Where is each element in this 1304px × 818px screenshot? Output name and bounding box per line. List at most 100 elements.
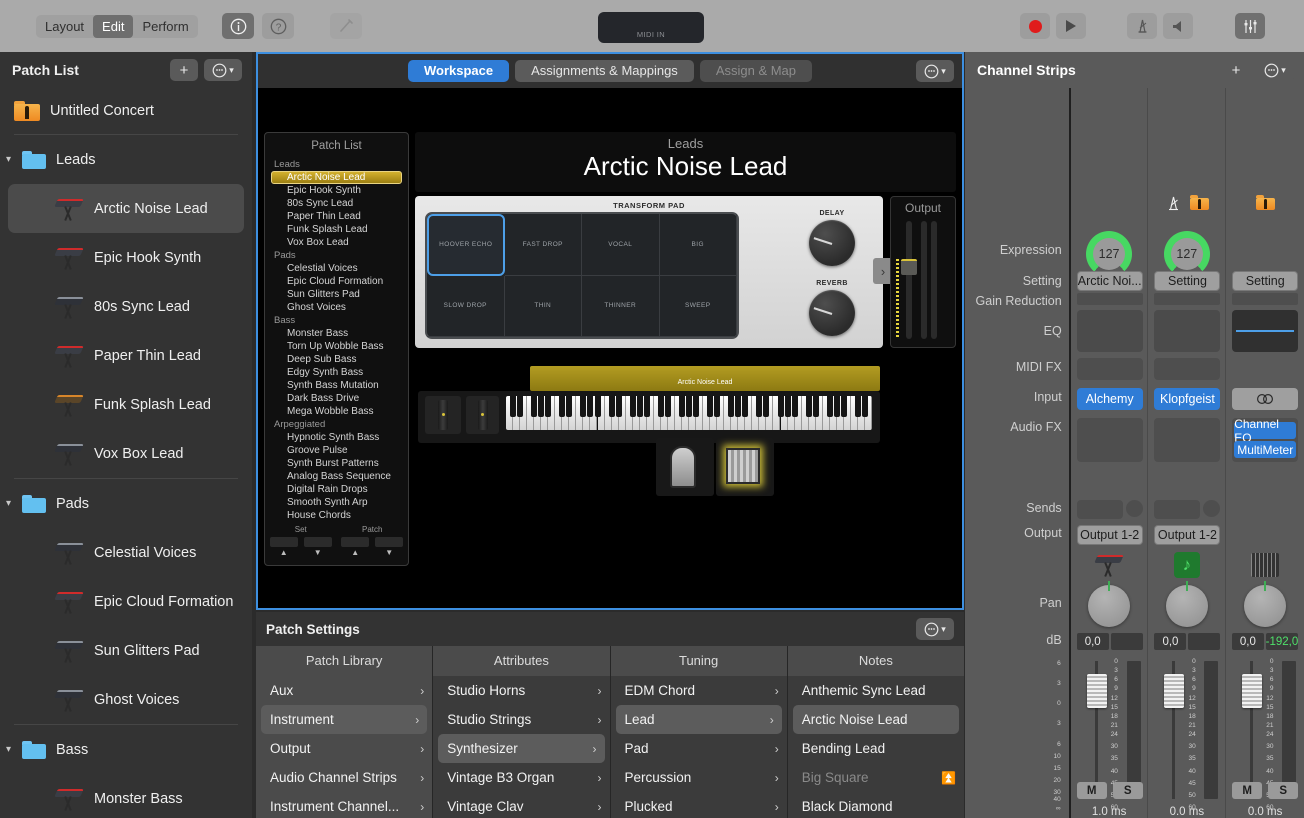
setting-button-3[interactable]: Setting bbox=[1232, 271, 1298, 291]
channel-strip-1[interactable]: 127 Arctic Noi... Alchemy Output 1-2 0,0 bbox=[1071, 88, 1149, 818]
mpl-item[interactable]: Celestial Voices bbox=[271, 262, 402, 275]
info-icon[interactable] bbox=[222, 13, 254, 39]
sidebar-group-pads[interactable]: ▾ Pads bbox=[0, 479, 252, 528]
patch-list-menu-button[interactable]: ▾ bbox=[204, 59, 242, 81]
reverb-knob[interactable] bbox=[809, 290, 855, 336]
transform-cell-big[interactable]: BIG bbox=[660, 214, 738, 276]
output-selector-1[interactable]: Output 1-2 bbox=[1077, 525, 1143, 545]
column-list[interactable]: Anthemic Sync Lead Arctic Noise Lead Ben… bbox=[788, 676, 964, 818]
pitch-bend-wheel[interactable] bbox=[425, 396, 461, 434]
sidebar-patch-funk-splash-lead[interactable]: Funk Splash Lead bbox=[8, 380, 244, 429]
ps-item-vintage-b3-organ[interactable]: Vintage B3 Organ› bbox=[433, 763, 609, 792]
help-icon[interactable]: ? bbox=[262, 13, 294, 39]
set-prev-button[interactable]: ▲ bbox=[270, 537, 298, 557]
sidebar-patch-epic-cloud-formation[interactable]: Epic Cloud Formation bbox=[8, 577, 244, 626]
ps-item-vintage-clav[interactable]: Vintage Clav› bbox=[433, 792, 609, 818]
transform-cell-vocal[interactable]: VOCAL bbox=[582, 214, 660, 276]
volume-fader-2[interactable] bbox=[1164, 674, 1184, 708]
ps-item-arctic-noise-lead[interactable]: Arctic Noise Lead bbox=[793, 705, 959, 734]
transform-cell-sweep[interactable]: SWEEP bbox=[660, 276, 738, 338]
sidebar-group-leads[interactable]: ▾ Leads bbox=[0, 135, 252, 184]
mode-perform[interactable]: Perform bbox=[133, 15, 197, 38]
audio-fx-multimeter[interactable]: MultiMeter bbox=[1234, 441, 1296, 458]
tab-workspace[interactable]: Workspace bbox=[408, 60, 509, 82]
audio-fx-slot-2[interactable] bbox=[1154, 418, 1220, 462]
mpl-item[interactable]: Epic Hook Synth bbox=[271, 184, 402, 197]
mpl-item[interactable]: Analog Bass Sequence bbox=[271, 470, 402, 483]
ps-item-edm-chord[interactable]: EDM Chord› bbox=[611, 676, 787, 705]
chevron-down-icon[interactable]: ▾ bbox=[6, 155, 18, 165]
ps-item-synthesizer[interactable]: Synthesizer› bbox=[438, 734, 604, 763]
mode-layout[interactable]: Layout bbox=[36, 15, 93, 38]
sidebar-patch-epic-hook-synth[interactable]: Epic Hook Synth bbox=[8, 233, 244, 282]
mpl-item[interactable]: Synth Bass Mutation bbox=[271, 379, 402, 392]
sends-slot-1[interactable] bbox=[1077, 500, 1143, 519]
sidebar-patch-vox-box-lead[interactable]: Vox Box Lead bbox=[8, 429, 244, 478]
channel-strip-3[interactable]: Setting Channel EQ MultiMeter 0,0 -192,0 bbox=[1226, 88, 1304, 818]
piano-keys[interactable] bbox=[506, 396, 872, 430]
speaker-icon[interactable] bbox=[1163, 13, 1193, 39]
db-value-1[interactable]: 0,0 bbox=[1077, 633, 1109, 650]
db-value-3[interactable]: 0,0 bbox=[1232, 633, 1263, 650]
pan-knob-2[interactable] bbox=[1166, 585, 1208, 627]
audio-fx-channel-eq[interactable]: Channel EQ bbox=[1234, 422, 1296, 439]
patch-settings-menu-button[interactable]: ▾ bbox=[916, 618, 954, 640]
solo-button-3[interactable]: S bbox=[1268, 782, 1298, 799]
audio-fx-slot-3[interactable]: Channel EQ MultiMeter bbox=[1232, 418, 1298, 462]
mpl-item[interactable]: Edgy Synth Bass bbox=[271, 366, 402, 379]
ps-item-pad[interactable]: Pad› bbox=[611, 734, 787, 763]
tuner-icon[interactable] bbox=[330, 13, 362, 39]
input-slot-3[interactable] bbox=[1232, 388, 1298, 410]
audio-fx-slot-1[interactable] bbox=[1077, 418, 1143, 462]
mpl-item[interactable]: Digital Rain Drops bbox=[271, 483, 402, 496]
ps-item-anthemic-sync-lead[interactable]: Anthemic Sync Lead bbox=[788, 676, 964, 705]
eq-display-3[interactable] bbox=[1232, 310, 1298, 352]
solo-button-1[interactable]: S bbox=[1113, 782, 1143, 799]
download-icon[interactable]: ⏫ bbox=[941, 771, 956, 785]
workspace-menu-button[interactable]: ▾ bbox=[916, 60, 954, 82]
metronome-icon[interactable] bbox=[1127, 13, 1157, 39]
mpl-item[interactable]: Torn Up Wobble Bass bbox=[271, 340, 402, 353]
mpl-item[interactable]: Ghost Voices bbox=[271, 301, 402, 314]
sidebar-group-bass[interactable]: ▾ Bass bbox=[0, 725, 252, 774]
channel-strips-menu-button[interactable]: ▾ bbox=[1256, 59, 1294, 81]
modulation-wheel[interactable] bbox=[466, 396, 499, 434]
ps-item-bending-lead[interactable]: Bending Lead bbox=[788, 734, 964, 763]
transform-cell-thinner[interactable]: THINNER bbox=[582, 276, 660, 338]
patch-list-scroll[interactable]: Untitled Concert ▾ Leads Arctic Noise Le… bbox=[0, 88, 252, 818]
eq-display-1[interactable] bbox=[1077, 310, 1143, 352]
mute-button-1[interactable]: M bbox=[1077, 782, 1107, 799]
add-patch-button[interactable]: + bbox=[170, 59, 198, 81]
setting-button-2[interactable]: Setting bbox=[1154, 271, 1220, 291]
chevron-down-icon[interactable]: ▾ bbox=[6, 499, 18, 509]
volume-fader-1[interactable] bbox=[1087, 674, 1107, 708]
mpl-item[interactable]: House Chords bbox=[271, 509, 402, 522]
output-fader[interactable] bbox=[901, 221, 917, 339]
tab-assignments-mappings[interactable]: Assignments & Mappings bbox=[515, 60, 694, 82]
fader-meter-2[interactable]: 0369 121518 212430 354045 5060 bbox=[1152, 658, 1222, 818]
ps-item-percussion[interactable]: Percussion› bbox=[611, 763, 787, 792]
set-next-button[interactable]: ▼ bbox=[304, 537, 332, 557]
play-icon[interactable] bbox=[1056, 13, 1086, 39]
mute-button-3[interactable]: M bbox=[1232, 782, 1262, 799]
mpl-item[interactable]: Monster Bass bbox=[271, 327, 402, 340]
mpl-item[interactable]: Groove Pulse bbox=[271, 444, 402, 457]
pan-knob-3[interactable] bbox=[1244, 585, 1286, 627]
ps-item-audio-channel-strips[interactable]: Audio Channel Strips› bbox=[256, 763, 432, 792]
input-slot-1[interactable]: Alchemy bbox=[1077, 388, 1143, 410]
sends-slot-2[interactable] bbox=[1154, 500, 1220, 519]
sidebar-patch-sun-glitters-pad[interactable]: Sun Glitters Pad bbox=[8, 626, 244, 675]
ps-item-instrument[interactable]: Instrument› bbox=[261, 705, 427, 734]
mode-edit[interactable]: Edit bbox=[93, 15, 133, 38]
mpl-item[interactable]: Mega Wobble Bass bbox=[271, 405, 402, 418]
mode-segmented-control[interactable]: Layout Edit Perform bbox=[36, 15, 198, 38]
concert-folder-icon[interactable] bbox=[1256, 195, 1275, 210]
mpl-item[interactable]: Sun Glitters Pad bbox=[271, 288, 402, 301]
sidebar-patch-celestial-voices[interactable]: Celestial Voices bbox=[8, 528, 244, 577]
ps-item-big-square[interactable]: Big Square⏫ bbox=[788, 763, 964, 792]
db-value-2[interactable]: 0,0 bbox=[1154, 633, 1186, 650]
setting-button-1[interactable]: Arctic Noi... bbox=[1077, 271, 1143, 291]
sidebar-patch-80s-sync-lead[interactable]: 80s Sync Lead bbox=[8, 282, 244, 331]
metronome-icon[interactable] bbox=[1165, 195, 1182, 212]
sustain-pedal[interactable] bbox=[656, 438, 714, 496]
